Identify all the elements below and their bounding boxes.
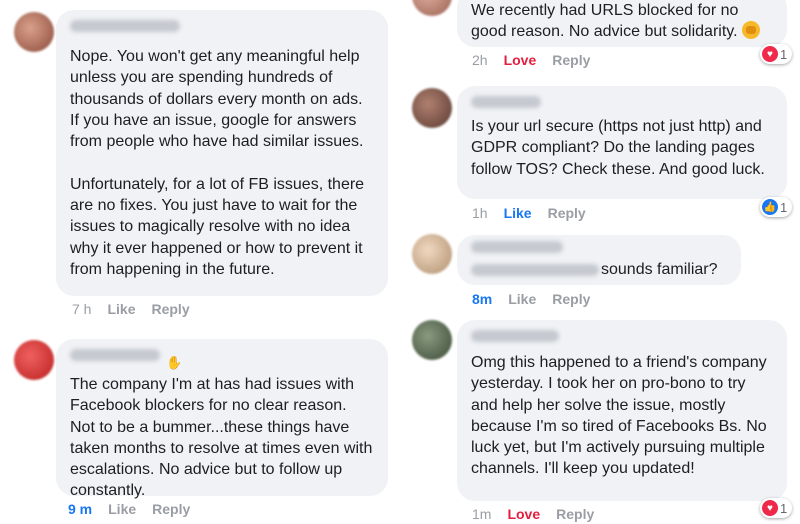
like-button[interactable]: Like xyxy=(508,291,536,307)
comment-timestamp[interactable]: 7 h xyxy=(72,301,91,317)
reaction-count[interactable]: ♥ 1 xyxy=(760,498,793,518)
comment-text: Nope. You won't get any meaningful help … xyxy=(70,48,365,278)
thumbs-up-icon: 👍 xyxy=(762,199,778,215)
like-button[interactable]: Like xyxy=(107,301,135,317)
comment-bubble: Nope. You won't get any meaningful help … xyxy=(56,10,388,296)
comment-text: sounds familiar? xyxy=(471,259,727,280)
comment-timestamp[interactable]: 1m xyxy=(472,506,491,522)
comment-bubble: We recently had URLS blocked for no good… xyxy=(457,0,787,47)
comment-author-name[interactable] xyxy=(70,20,180,32)
comment-timestamp[interactable]: 1h xyxy=(472,205,488,221)
like-button[interactable]: Like xyxy=(108,501,136,517)
waving-hand-icon: ✋ xyxy=(166,355,183,370)
like-button[interactable]: Like xyxy=(504,205,532,221)
love-button[interactable]: Love xyxy=(507,506,540,522)
comment-text: Omg this happened to a friend's company … xyxy=(471,354,767,478)
comment-actions: 2h Love Reply xyxy=(472,52,590,68)
comment-actions: 1m Love Reply xyxy=(472,506,594,522)
comment-author-name[interactable] xyxy=(471,330,559,342)
love-button[interactable]: Love xyxy=(504,52,537,68)
comment-author-name[interactable] xyxy=(471,241,563,253)
comment-actions: 1h Like Reply xyxy=(472,205,586,221)
comment-bubble: sounds familiar? xyxy=(457,235,741,285)
tagged-user-name[interactable] xyxy=(471,263,599,276)
reply-button[interactable]: Reply xyxy=(151,301,189,317)
comment-timestamp[interactable]: 9 m xyxy=(68,501,92,517)
avatar[interactable] xyxy=(412,320,452,360)
raised-fist-emoji xyxy=(741,21,760,40)
heart-icon: ♥ xyxy=(762,46,778,62)
reaction-count[interactable]: 👍 1 xyxy=(760,197,793,217)
heart-icon: ♥ xyxy=(762,500,778,516)
reply-button[interactable]: Reply xyxy=(552,291,590,307)
comment-actions: 9 m Like Reply xyxy=(68,501,190,517)
comment-text: We recently had URLS blocked for no good… xyxy=(471,0,773,43)
comment-bubble: Omg this happened to a friend's company … xyxy=(457,320,787,501)
avatar[interactable] xyxy=(14,12,54,52)
comment-text: Is your url secure (https not just http)… xyxy=(471,118,765,178)
avatar[interactable] xyxy=(412,0,452,16)
comment-actions: 8m Like Reply xyxy=(472,291,590,307)
avatar[interactable] xyxy=(14,340,54,380)
reaction-count[interactable]: ♥ 1 xyxy=(760,44,793,64)
comment-timestamp[interactable]: 8m xyxy=(472,291,492,307)
reply-button[interactable]: Reply xyxy=(552,52,590,68)
reply-button[interactable]: Reply xyxy=(556,506,594,522)
comment-bubble: Is your url secure (https not just http)… xyxy=(457,86,787,199)
reply-button[interactable]: Reply xyxy=(152,501,190,517)
avatar[interactable] xyxy=(412,234,452,274)
comment-actions: 7 h Like Reply xyxy=(72,301,190,317)
comment-text: The company I'm at has had issues with F… xyxy=(70,376,373,500)
comment-timestamp[interactable]: 2h xyxy=(472,52,488,68)
comment-bubble: ✋ The company I'm at has had issues with… xyxy=(56,339,388,499)
comment-author-name[interactable] xyxy=(471,96,541,108)
reply-button[interactable]: Reply xyxy=(548,205,586,221)
avatar[interactable] xyxy=(412,88,452,128)
comment-author-name[interactable] xyxy=(70,349,160,361)
